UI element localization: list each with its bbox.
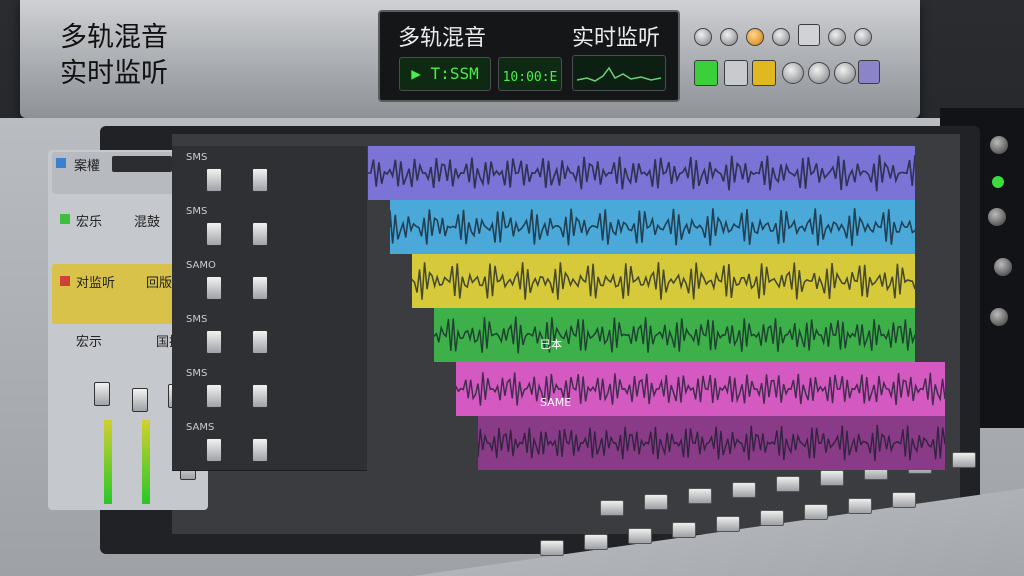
panel-row-label: 宏示 xyxy=(76,335,103,350)
audio-clip[interactable] xyxy=(456,362,945,416)
surface-fader[interactable] xyxy=(760,510,784,526)
level-meter xyxy=(104,420,112,504)
clip-label: 巳本 xyxy=(540,338,562,351)
track-strip[interactable]: SMS xyxy=(172,362,367,417)
audio-clip[interactable] xyxy=(412,254,915,308)
track-name: SMS xyxy=(186,206,208,217)
waveform-icon xyxy=(368,154,915,192)
waveform-icon xyxy=(576,66,662,82)
fader-icon[interactable] xyxy=(252,276,268,300)
time-readout-text: T:SSM xyxy=(430,64,479,83)
level-meter xyxy=(142,420,150,504)
track-strip[interactable]: SMS xyxy=(172,308,367,363)
track-name: SMS xyxy=(186,368,208,379)
surface-fader[interactable] xyxy=(732,482,756,498)
track-strip[interactable]: SMS xyxy=(172,146,367,201)
play-icon: ▶ xyxy=(411,64,431,83)
fader-icon[interactable] xyxy=(206,438,222,462)
fader-icon[interactable] xyxy=(206,168,222,192)
channel-fader[interactable] xyxy=(94,382,110,406)
knob-icon[interactable] xyxy=(828,28,846,46)
display-monitor-label: 实时监听 xyxy=(572,26,661,51)
panel-side-label: 混鼓 xyxy=(134,215,161,230)
fader-icon[interactable] xyxy=(252,438,268,462)
rack-knob-icon[interactable] xyxy=(994,258,1012,276)
surface-fader[interactable] xyxy=(628,528,652,544)
fader-icon[interactable] xyxy=(206,276,222,300)
track-name: SMS xyxy=(186,314,208,325)
stop-button[interactable] xyxy=(724,60,748,86)
fader-icon[interactable] xyxy=(252,222,268,246)
waveform-icon xyxy=(478,424,945,462)
knob-icon[interactable] xyxy=(834,62,856,84)
panel-row-label: 宏乐 xyxy=(76,215,103,230)
fader-icon[interactable] xyxy=(206,330,222,354)
knob-icon[interactable] xyxy=(854,28,872,46)
panel-row-label: 案權 xyxy=(74,159,101,174)
track-name: SAMS xyxy=(186,422,215,433)
waveform-icon xyxy=(412,262,915,300)
led-icon xyxy=(992,176,1004,188)
fader-icon[interactable] xyxy=(206,222,222,246)
audio-clip[interactable] xyxy=(478,416,945,470)
knob-icon[interactable] xyxy=(694,28,712,46)
led-icon xyxy=(60,214,70,224)
rack-knob-icon[interactable] xyxy=(990,136,1008,154)
surface-fader[interactable] xyxy=(672,522,696,538)
console-title: 多轨混音 实时监听 xyxy=(60,22,168,89)
select-button[interactable] xyxy=(798,24,820,46)
display-title: 多轨混音 xyxy=(398,26,487,51)
clip-label: SAME xyxy=(540,396,572,409)
play-button[interactable] xyxy=(694,60,718,86)
knob-icon[interactable] xyxy=(808,62,830,84)
surface-fader[interactable] xyxy=(644,494,668,510)
waveform-icon xyxy=(390,208,915,246)
panel-side-label: 回版 xyxy=(146,276,173,291)
time-readout: ▶ T:SSM xyxy=(399,57,491,91)
panel-row-label: 对监听 xyxy=(76,276,116,291)
rack-knob-icon[interactable] xyxy=(990,308,1008,326)
counter-readout: 10:00:E xyxy=(498,57,562,91)
surface-fader[interactable] xyxy=(688,488,712,504)
rack-knob-icon[interactable] xyxy=(988,208,1006,226)
led-icon xyxy=(56,158,66,168)
track-strip[interactable]: SAMS xyxy=(172,416,367,471)
knob-icon[interactable] xyxy=(782,62,804,84)
knob-icon[interactable] xyxy=(720,28,738,46)
fader-icon[interactable] xyxy=(252,330,268,354)
surface-fader[interactable] xyxy=(584,534,608,550)
fader-icon[interactable] xyxy=(252,384,268,408)
surface-fader[interactable] xyxy=(952,452,976,468)
waveform-display xyxy=(572,55,666,91)
led-icon xyxy=(60,276,70,286)
surface-fader[interactable] xyxy=(716,516,740,532)
record-button[interactable] xyxy=(752,60,776,86)
audio-clip[interactable] xyxy=(434,308,915,362)
surface-fader[interactable] xyxy=(776,476,800,492)
surface-fader[interactable] xyxy=(600,500,624,516)
audio-clip[interactable] xyxy=(368,146,915,200)
channel-fader[interactable] xyxy=(132,388,148,412)
waveform-icon xyxy=(434,316,915,354)
audio-clip[interactable] xyxy=(390,200,915,254)
knob-icon[interactable] xyxy=(772,28,790,46)
surface-fader[interactable] xyxy=(804,504,828,520)
surface-fader[interactable] xyxy=(892,492,916,508)
surface-fader[interactable] xyxy=(540,540,564,556)
track-name: SAMO xyxy=(186,260,216,271)
fader-icon[interactable] xyxy=(252,168,268,192)
waveform-icon xyxy=(456,372,945,406)
mode-button[interactable] xyxy=(858,60,880,84)
panel-row-display xyxy=(112,156,172,172)
track-strip[interactable]: SMS xyxy=(172,200,367,255)
fader-icon[interactable] xyxy=(206,384,222,408)
track-strip[interactable]: SAMO xyxy=(172,254,367,309)
surface-fader[interactable] xyxy=(820,470,844,486)
track-name: SMS xyxy=(186,152,208,163)
surface-fader[interactable] xyxy=(848,498,872,514)
knob-icon[interactable] xyxy=(746,28,764,46)
